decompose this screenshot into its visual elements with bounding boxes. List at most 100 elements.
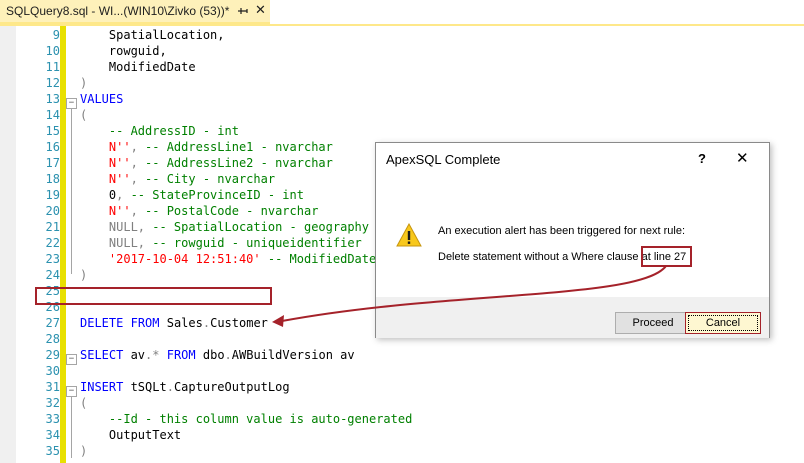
code-token: N'' (80, 204, 131, 218)
line-number: 10 (45, 44, 60, 58)
line-number: 17 (45, 156, 60, 170)
code-token: -- ModifiedDate - (267, 252, 391, 266)
code-token: N'' (80, 172, 131, 186)
code-text: 0, -- StateProvinceID - int (80, 187, 304, 203)
code-line[interactable]: 15 -- AddressID - int (0, 123, 804, 139)
line-number: 28 (45, 332, 60, 346)
line-number: 22 (45, 236, 60, 250)
code-token: , (116, 188, 131, 202)
code-text: ) (80, 267, 87, 283)
code-text: NULL, -- rowguid - uniqueidentifier (80, 235, 362, 251)
code-token: .* (145, 348, 160, 362)
close-icon[interactable]: ✕ (255, 3, 266, 19)
code-token: -- PostalCode - nvarchar (145, 204, 319, 218)
line-number: 23 (45, 252, 60, 266)
line-number: 14 (45, 108, 60, 122)
code-token: VALUES (80, 92, 124, 106)
code-token: , (137, 236, 153, 250)
code-line[interactable]: 29 SELECT av.* FROM dbo.AWBuildVersion av (0, 347, 804, 363)
proceed-button[interactable]: Proceed (615, 312, 691, 334)
code-line[interactable]: 13 VALUES (0, 91, 804, 107)
code-text: ( (80, 107, 87, 123)
code-line[interactable]: 11 ModifiedDate (0, 59, 804, 75)
line-number: 12 (45, 76, 60, 90)
code-token: dbo (195, 348, 225, 362)
code-token: ( (80, 108, 88, 122)
code-line[interactable]: 12) (0, 75, 804, 91)
code-text: SpatialLocation, (80, 27, 225, 43)
line-number: 11 (45, 60, 60, 74)
code-token: ) (80, 268, 88, 282)
code-line[interactable]: 34 OutputText (0, 427, 804, 443)
tab-sqlquery8[interactable]: SQLQuery8.sql - WI...(WIN10\Zivko (53))*… (0, 0, 270, 24)
pin-icon[interactable] (237, 4, 251, 18)
alert-message: An execution alert has been triggered fo… (438, 225, 686, 237)
code-text: ) (80, 75, 87, 91)
code-token: ModifiedDate (80, 60, 196, 74)
code-token: NULL (80, 236, 138, 250)
outline-guide (71, 396, 72, 458)
code-text: N'', -- City - nvarchar (80, 171, 275, 187)
dialog-title: ApexSQL Complete (386, 152, 501, 167)
code-token: N'' (80, 140, 131, 154)
code-text: INSERT tSQLt.CaptureOutputLog (80, 379, 290, 395)
code-line[interactable]: 9 SpatialLocation, (0, 27, 804, 43)
code-token: Sales (159, 316, 203, 330)
highlight-line-27 (35, 287, 272, 305)
code-token: NULL (80, 220, 138, 234)
dialog-close-button[interactable]: ✕ (736, 149, 749, 167)
code-line[interactable]: 35) (0, 443, 804, 459)
code-line[interactable]: 33 --Id - this column value is auto-gene… (0, 411, 804, 427)
code-text: DELETE FROM Sales.Customer (80, 315, 268, 331)
line-number: 32 (45, 396, 60, 410)
code-token: , (130, 172, 146, 186)
code-text: OutputText (80, 427, 181, 443)
code-token: ) (80, 444, 88, 458)
collapse-toggle-icon[interactable]: − (66, 354, 77, 365)
line-number: 20 (45, 204, 60, 218)
line-number: 9 (52, 28, 60, 42)
code-line[interactable]: 14 ( (0, 107, 804, 123)
code-token: , (130, 140, 146, 154)
code-token: -- rowguid - uniqueidentifier (152, 236, 362, 250)
line-number: 35 (45, 444, 60, 458)
code-token: Customer (210, 316, 268, 330)
code-token: CaptureOutputLog (173, 380, 290, 394)
code-text: N'', -- PostalCode - nvarchar (80, 203, 319, 219)
code-token: AWBuildVersion av (231, 348, 355, 362)
tab-strip: SQLQuery8.sql - WI...(WIN10\Zivko (53))*… (0, 0, 804, 24)
line-number: 19 (45, 188, 60, 202)
code-token: '2017-10-04 12:51:40' (80, 252, 261, 266)
code-token: 0 (80, 188, 117, 202)
code-line[interactable]: 30 (0, 363, 804, 379)
line-number: 15 (45, 124, 60, 138)
code-token: --Id - this column value is auto-generat… (80, 412, 413, 426)
code-token: tSQLt (123, 380, 167, 394)
code-line[interactable]: 31 INSERT tSQLt.CaptureOutputLog (0, 379, 804, 395)
code-text: SELECT av.* FROM dbo.AWBuildVersion av (80, 347, 355, 363)
code-token: -- AddressID - int (80, 124, 239, 138)
code-token: , (137, 220, 153, 234)
code-token: av (123, 348, 146, 362)
code-token: FROM (166, 348, 196, 362)
code-token: , (130, 204, 146, 218)
code-line[interactable]: 32 ( (0, 395, 804, 411)
code-token: SpatialLocation, (80, 28, 225, 42)
code-token: . (166, 380, 174, 394)
help-button[interactable]: ? (698, 151, 706, 166)
line-number: 18 (45, 172, 60, 186)
code-token: OutputText (80, 428, 182, 442)
code-text: ModifiedDate (80, 59, 196, 75)
dialog-titlebar[interactable]: ApexSQL Complete ? ✕ (376, 143, 769, 177)
line-number: 16 (45, 140, 60, 154)
outline-guide (71, 108, 72, 274)
cancel-button[interactable]: Cancel (685, 312, 761, 334)
highlight-line-ref (641, 246, 692, 267)
code-text: -- AddressID - int (80, 123, 239, 139)
apexsql-alert-dialog: ApexSQL Complete ? ✕ An execution alert … (375, 142, 770, 338)
code-text: VALUES (80, 91, 123, 107)
code-line[interactable]: 10 rowguid, (0, 43, 804, 59)
